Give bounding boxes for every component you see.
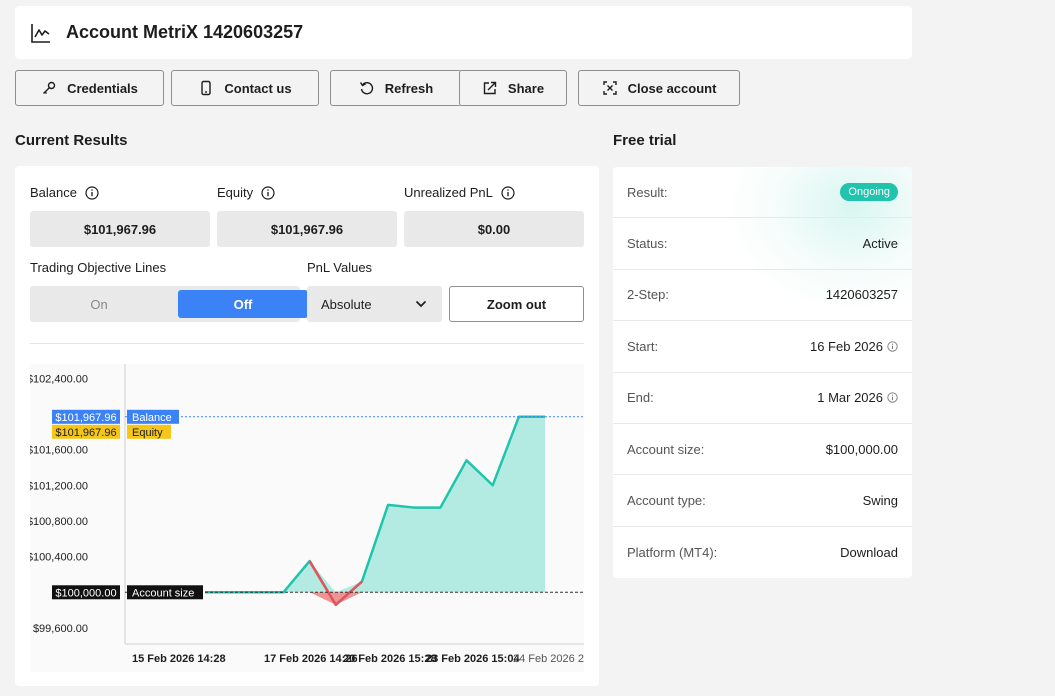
result-key: Result: — [627, 184, 668, 200]
equity-area-up — [205, 416, 545, 593]
x-tick-label: 15 Feb 2026 14:28 — [132, 653, 226, 665]
page-header: Account MetriX 1420603257 — [15, 6, 912, 59]
share-label: Share — [507, 80, 545, 96]
pnl-values-label: PnL Values — [307, 260, 373, 275]
start-date: 16 Feb 2026 — [809, 338, 883, 354]
marker-name-label: Account size — [132, 587, 194, 599]
chart-line-icon — [30, 22, 52, 44]
close-account-label: Close account — [627, 80, 717, 96]
status-badge: Ongoing — [840, 183, 898, 202]
trial-row-account-type: Account type: Swing — [613, 475, 912, 527]
balance-label: Balance — [30, 185, 99, 200]
chart-svg: $102,400.00 $101,600.00 $101,200.00 $100,80… — [30, 364, 584, 665]
y-tick-label: $99,600.00 — [33, 623, 88, 635]
end-date: 1 Mar 2026 — [817, 390, 883, 406]
credentials-button[interactable]: Credentials — [15, 70, 164, 106]
account-type-key: Account type: — [627, 493, 706, 509]
platform-download-link[interactable]: Download — [840, 545, 898, 560]
free-trial-title: Free trial — [613, 132, 677, 149]
equity-value: $101,967.96 — [217, 211, 397, 247]
refresh-icon — [359, 80, 375, 96]
close-account-button[interactable]: Close account — [578, 70, 740, 106]
trial-row-start: Start: 16 Feb 2026 — [613, 321, 912, 373]
page-title: Account MetriX 1420603257 — [66, 22, 304, 42]
info-icon[interactable] — [887, 392, 898, 403]
trial-row-two-step: 2-Step: 1420603257 — [613, 270, 912, 322]
start-value: 16 Feb 2026 — [810, 339, 898, 354]
current-results-title: Current Results — [15, 132, 128, 149]
two-step-value: 1420603257 — [825, 287, 898, 303]
objective-lines-toggle: On Off — [30, 286, 308, 322]
contact-us-button[interactable]: Contact us — [171, 70, 319, 106]
contact-us-label: Contact us — [224, 80, 292, 96]
account-size-value: $100,000.00 — [825, 441, 898, 457]
y-tick-label: $101,200.00 — [30, 480, 88, 492]
refresh-button[interactable]: Refresh — [330, 70, 462, 106]
toggle-on-option[interactable]: On — [34, 290, 164, 318]
trial-row-account-size: Account size: $100,000.00 — [613, 424, 912, 476]
y-tick-label: $100,800.00 — [30, 516, 88, 528]
marker-value-label: $101,967.96 — [55, 412, 116, 424]
trial-row-end: End: 1 Mar 2026 — [613, 373, 912, 424]
close-account-icon — [602, 80, 618, 96]
y-tick-label: $101,600.00 — [30, 445, 88, 457]
trial-row-platform: Platform (MT4): Download — [613, 527, 912, 578]
y-tick-label: $102,400.00 — [30, 373, 88, 385]
unrealized-pnl-value: $0.00 — [404, 211, 584, 247]
platform-key: Platform (MT4): — [627, 544, 718, 560]
zoom-out-button[interactable]: Zoom out — [449, 286, 584, 322]
start-key: Start: — [627, 338, 659, 354]
info-icon[interactable] — [261, 185, 275, 200]
balance-value: $101,967.96 — [30, 211, 210, 247]
info-icon[interactable] — [501, 185, 515, 200]
end-value: 1 Mar 2026 — [817, 390, 898, 405]
share-button[interactable]: Share — [459, 70, 567, 106]
info-icon[interactable] — [85, 185, 99, 200]
balance-chart[interactable]: $102,400.00 $101,600.00 $101,200.00 $100,80… — [30, 364, 584, 672]
unrealized-pnl-label: Unrealized PnL — [404, 185, 515, 200]
objective-lines-label: Trading Objective Lines — [30, 260, 167, 275]
credentials-label: Credentials — [67, 80, 138, 96]
y-tick-label: $100,400.00 — [30, 552, 88, 564]
equity-label: Equity — [217, 185, 275, 200]
x-tick-label: 24 Feb 2026 20:39 — [513, 653, 584, 665]
account-type-value: Swing — [862, 493, 898, 509]
status-value: Active — [862, 236, 898, 252]
phone-icon — [198, 80, 214, 96]
share-icon — [482, 80, 498, 96]
key-icon — [41, 80, 57, 96]
two-step-key: 2-Step: — [627, 287, 669, 303]
toggle-off-option[interactable]: Off — [178, 290, 308, 318]
marker-value-label: $100,000.00 — [55, 587, 116, 599]
info-icon[interactable] — [887, 341, 898, 352]
equity-area-down — [205, 592, 545, 605]
divider — [30, 343, 584, 344]
current-results-card: Balance Equity Unrealized PnL $101,967.9… — [15, 166, 599, 686]
free-trial-card: Result: Ongoing Status: Active 2-Step: 1… — [613, 167, 912, 578]
balance-label-text: Balance — [30, 185, 77, 200]
trial-row-result: Result: Ongoing — [613, 167, 912, 219]
pnl-values-selected: Absolute — [321, 296, 372, 312]
marker-value-label: $101,967.96 — [55, 427, 116, 439]
trial-row-status: Status: Active — [613, 218, 912, 270]
pnl-values-select[interactable]: Absolute — [307, 286, 442, 322]
chevron-down-icon — [414, 297, 428, 311]
refresh-label: Refresh — [384, 80, 434, 96]
equity-label-text: Equity — [217, 185, 254, 200]
x-tick-label: 23 Feb 2026 15:04 — [426, 653, 520, 665]
marker-name-label: Equity — [132, 427, 163, 439]
x-tick-label: 20 Feb 2026 15:28 — [343, 653, 437, 665]
unrealized-pnl-label-text: Unrealized PnL — [404, 185, 493, 200]
account-size-key: Account size: — [627, 441, 705, 457]
marker-name-label: Balance — [132, 412, 172, 424]
end-key: End: — [627, 390, 654, 406]
status-key: Status: — [627, 236, 668, 252]
